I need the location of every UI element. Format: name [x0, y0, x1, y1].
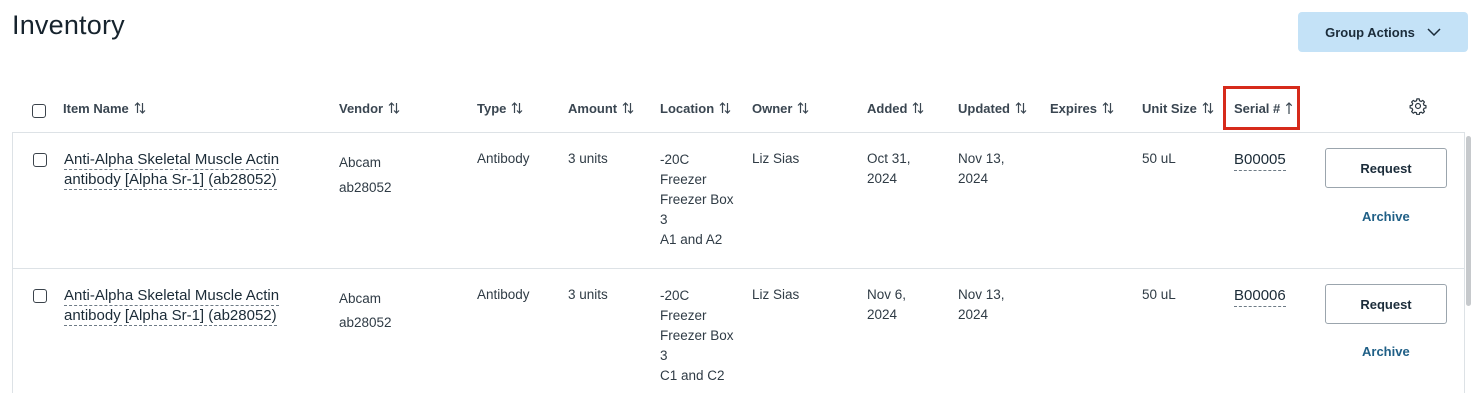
- updated-line: 2024: [958, 307, 989, 322]
- column-header-location[interactable]: Location: [660, 94, 731, 122]
- column-header-added[interactable]: Added: [867, 94, 924, 122]
- updated-line: Nov 13,: [958, 287, 1005, 302]
- serial-link[interactable]: B00005: [1234, 150, 1286, 171]
- sort-icon: [1202, 102, 1214, 114]
- vendor-name: Abcam: [339, 291, 382, 306]
- request-button[interactable]: Request: [1325, 148, 1447, 188]
- sort-icon: [134, 102, 146, 114]
- vendor-catalog: ab28052: [339, 180, 392, 195]
- sort-ascending-icon: [1286, 102, 1293, 114]
- column-header-label: Unit Size: [1142, 100, 1197, 116]
- select-all-checkbox[interactable]: [32, 104, 46, 118]
- sort-icon: [622, 102, 634, 114]
- location-line: Freezer Box: [660, 192, 734, 207]
- column-header-updated[interactable]: Updated: [958, 94, 1027, 122]
- added-value: Nov 6, 2024: [867, 285, 906, 325]
- request-button[interactable]: Request: [1325, 284, 1447, 324]
- column-header-label: Expires: [1050, 100, 1097, 116]
- row-divider: [12, 268, 1464, 269]
- column-header-label: Item Name: [63, 100, 129, 116]
- item-name-line: Anti-Alpha Skeletal Muscle Actin: [64, 151, 280, 170]
- owner-value: Liz Sias: [752, 151, 800, 166]
- added-line: 2024: [867, 307, 898, 322]
- item-name-line: antibody [Alpha Sr-1] (ab28052): [64, 171, 277, 190]
- scrollbar-thumb[interactable]: [1466, 136, 1471, 306]
- unit-size-value: 50 uL: [1142, 287, 1176, 302]
- sort-icon: [1015, 102, 1027, 114]
- column-header-type[interactable]: Type: [477, 94, 523, 122]
- item-name-line: Anti-Alpha Skeletal Muscle Actin: [64, 287, 280, 306]
- unit-size-value: 50 uL: [1142, 151, 1176, 166]
- column-header-item-name[interactable]: Item Name: [63, 94, 146, 122]
- added-line: Nov 6,: [867, 287, 907, 302]
- location-line: Freezer: [660, 172, 707, 187]
- column-header-owner[interactable]: Owner: [752, 94, 809, 122]
- vendor-catalog: ab28052: [339, 315, 392, 330]
- row-checkbox[interactable]: [33, 153, 47, 167]
- column-header-expires[interactable]: Expires: [1050, 94, 1114, 122]
- column-header-label: Updated: [958, 100, 1010, 116]
- updated-value: Nov 13, 2024: [958, 149, 1005, 189]
- owner-value: Liz Sias: [752, 287, 800, 302]
- column-header-label: Owner: [752, 100, 793, 116]
- sort-icon: [798, 102, 809, 114]
- location-line: Freezer Box: [660, 328, 734, 343]
- column-header-label: Amount: [568, 100, 618, 116]
- amount-value: 3 units: [568, 151, 608, 166]
- column-header-serial[interactable]: Serial #: [1234, 94, 1293, 122]
- column-header-unit-size[interactable]: Unit Size: [1142, 94, 1214, 122]
- type-value: Antibody: [477, 287, 530, 302]
- column-header-vendor[interactable]: Vendor: [339, 94, 400, 122]
- item-name-link[interactable]: Anti-Alpha Skeletal Muscle Actin antibod…: [64, 286, 304, 326]
- vendor-name: Abcam: [339, 155, 382, 170]
- column-header-label: Added: [867, 100, 908, 116]
- location-line: 3: [660, 212, 668, 227]
- location-line: -20C: [660, 288, 690, 303]
- added-value: Oct 31, 2024: [867, 149, 911, 189]
- gear-icon[interactable]: [1409, 97, 1427, 115]
- column-header-label: Type: [477, 100, 507, 116]
- page-title: Inventory: [12, 10, 125, 40]
- column-header-label: Vendor: [339, 100, 384, 116]
- location-value: -20C Freezer Freezer Box 3 C1 and C2: [660, 286, 734, 386]
- updated-line: 2024: [958, 171, 989, 186]
- column-header-label: Serial #: [1234, 100, 1281, 116]
- sort-icon: [511, 102, 523, 114]
- sort-icon: [1102, 102, 1114, 114]
- sort-icon: [719, 102, 731, 114]
- archive-link[interactable]: Archive: [1362, 344, 1410, 359]
- location-value: -20C Freezer Freezer Box 3 A1 and A2: [660, 150, 734, 250]
- serial-link[interactable]: B00006: [1234, 286, 1286, 307]
- added-line: 2024: [867, 171, 898, 186]
- row-checkbox[interactable]: [33, 289, 47, 303]
- item-name-link[interactable]: Anti-Alpha Skeletal Muscle Actin antibod…: [64, 150, 304, 190]
- column-header-amount[interactable]: Amount: [568, 94, 634, 122]
- updated-line: Nov 13,: [958, 151, 1005, 166]
- type-value: Antibody: [477, 151, 530, 166]
- group-actions-label: Group Actions: [1325, 24, 1415, 40]
- column-header-label: Location: [660, 100, 715, 116]
- amount-value: 3 units: [568, 287, 608, 302]
- updated-value: Nov 13, 2024: [958, 285, 1005, 325]
- location-line: C1 and C2: [660, 368, 725, 383]
- added-line: Oct 31,: [867, 151, 911, 166]
- location-line: A1 and A2: [660, 232, 723, 247]
- group-actions-button[interactable]: Group Actions: [1298, 12, 1468, 52]
- chevron-down-icon: [1427, 28, 1441, 36]
- location-line: 3: [660, 348, 668, 363]
- sort-icon: [913, 102, 924, 114]
- item-name-line: antibody [Alpha Sr-1] (ab28052): [64, 307, 277, 326]
- sort-icon: [388, 102, 400, 114]
- location-line: -20C: [660, 152, 690, 167]
- archive-link[interactable]: Archive: [1362, 209, 1410, 224]
- location-line: Freezer: [660, 308, 707, 323]
